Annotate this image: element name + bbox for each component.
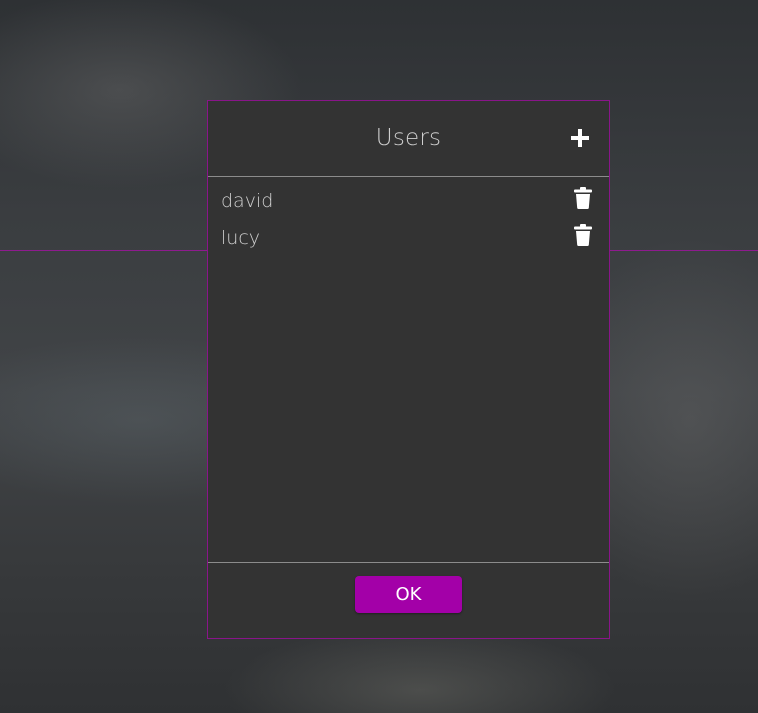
user-list-item[interactable]: david (208, 183, 609, 220)
plus-icon (571, 129, 589, 147)
delete-user-button[interactable] (573, 186, 593, 210)
add-user-button[interactable] (569, 127, 591, 149)
dialog-title: Users (375, 125, 442, 151)
user-name: david (221, 190, 274, 212)
user-list: david lucy (208, 177, 609, 563)
user-list-item[interactable]: lucy (208, 220, 609, 257)
users-dialog: Users david lucy OK (207, 100, 610, 639)
dialog-header: Users (208, 101, 609, 177)
delete-user-button[interactable] (573, 223, 593, 247)
trash-icon (574, 187, 592, 209)
user-name: lucy (221, 227, 261, 249)
trash-icon (574, 224, 592, 246)
ok-button[interactable]: OK (355, 576, 462, 613)
dialog-footer: OK (208, 563, 609, 635)
